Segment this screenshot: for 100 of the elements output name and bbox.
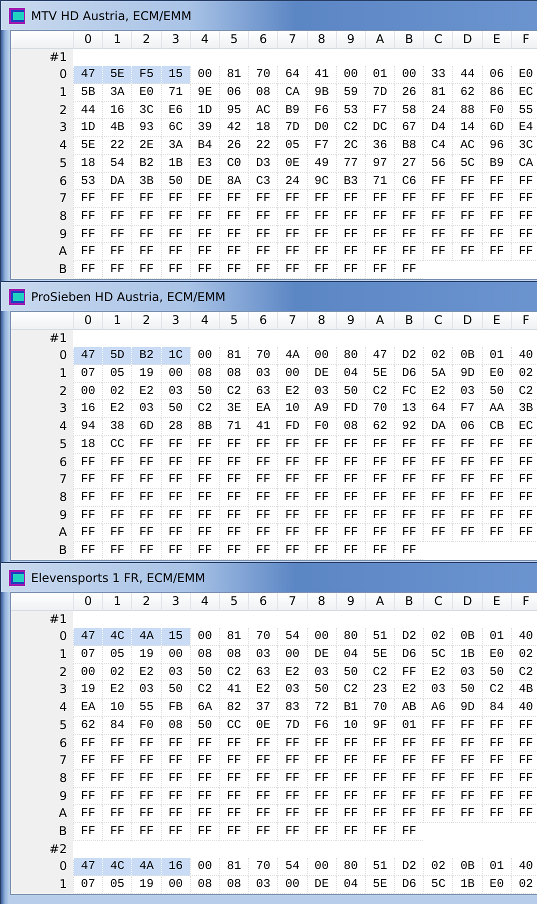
table-cell: E2 xyxy=(248,681,278,700)
column-header: 8 xyxy=(306,31,336,49)
table-cell: FF xyxy=(248,788,278,806)
table-cell: 70 xyxy=(364,400,394,418)
table-cell: FF xyxy=(482,788,511,806)
row-label: 0 xyxy=(11,858,73,876)
table-cell: C2 xyxy=(190,681,219,700)
table-cell: FF xyxy=(452,524,482,542)
table-cell: FF xyxy=(423,190,452,208)
table-cell: 02 xyxy=(510,646,537,664)
row-label: A xyxy=(11,524,73,542)
table-cell: 10 xyxy=(102,699,132,717)
table-cell: FF xyxy=(394,226,424,244)
table-cell: AC xyxy=(248,102,278,120)
column-header: 0 xyxy=(73,312,102,330)
table-cell: 0B xyxy=(452,628,482,646)
table-cell: FF xyxy=(190,260,219,279)
table-cell: FF xyxy=(160,243,190,261)
table-cell: 53 xyxy=(73,172,102,190)
column-header: A xyxy=(364,593,394,611)
table-cell: 70 xyxy=(248,66,278,84)
row-label: 5 xyxy=(11,716,73,734)
table-cell: 40 xyxy=(510,699,537,717)
table-cell: FF xyxy=(394,488,424,507)
table-cell: 03 xyxy=(423,681,452,700)
table-cell: FF xyxy=(510,226,537,244)
table-cell: 9D xyxy=(452,699,482,717)
table-cell: 80 xyxy=(336,628,365,646)
table-cell: FF xyxy=(248,770,278,788)
table-cell: 06 xyxy=(452,418,482,436)
table-cell: 9D xyxy=(452,365,482,383)
table-cell: D4 xyxy=(423,119,452,138)
table-cell: FF xyxy=(73,454,102,472)
table-cell: 00 xyxy=(73,382,102,400)
table-cell: 86 xyxy=(482,84,511,102)
row-label: B xyxy=(11,260,73,279)
table-cell: FF xyxy=(277,734,306,752)
row-label: 3 xyxy=(11,400,73,418)
table-cell: 64 xyxy=(423,400,452,418)
table-cell: 00 xyxy=(277,646,306,664)
table-cell: FF xyxy=(510,436,537,454)
table-cell: 00 xyxy=(306,628,336,646)
table-cell: F5 xyxy=(131,66,161,84)
table-cell: FF xyxy=(218,542,248,560)
table-cell: 03 xyxy=(160,382,190,400)
row-label: 6 xyxy=(11,734,73,752)
table-cell: FF xyxy=(102,788,132,806)
table-cell: FF xyxy=(190,436,219,454)
table-cell: 3C xyxy=(131,102,161,120)
table-cell: E2 xyxy=(131,664,161,682)
table-cell: FF xyxy=(218,260,248,279)
table-cell: E6 xyxy=(160,102,190,120)
table-cell: 62 xyxy=(73,716,102,734)
column-header: B xyxy=(394,593,424,611)
table-cell: 81 xyxy=(218,858,248,876)
table-cell: FF xyxy=(73,488,102,507)
table-cell: FF xyxy=(510,454,537,472)
header-corner xyxy=(11,31,73,49)
row-label: 9 xyxy=(11,226,73,244)
table-cell: FF xyxy=(423,436,452,454)
table-cell: FF xyxy=(218,243,248,261)
table-cell: C2 xyxy=(510,382,537,400)
table-cell: 00 xyxy=(306,858,336,876)
table-cell: 03 xyxy=(131,681,161,700)
table-cell: FF xyxy=(510,524,537,542)
table-cell: FF xyxy=(160,190,190,208)
table-cell: FF xyxy=(190,208,219,226)
table-cell: 54 xyxy=(277,858,306,876)
table-cell: FF xyxy=(160,454,190,472)
app-icon xyxy=(9,8,25,24)
table-cell: 80 xyxy=(336,347,365,366)
table-cell: FF xyxy=(248,471,278,489)
table-cell: E0 xyxy=(482,876,511,894)
table-cell: C6 xyxy=(394,172,424,190)
table-cell: FF xyxy=(306,260,336,279)
table-cell: FF xyxy=(131,243,161,261)
table-cell: 44 xyxy=(452,66,482,84)
table-cell: 03 xyxy=(306,382,336,400)
table-cell: FF xyxy=(306,190,336,208)
table-cell: 82 xyxy=(218,699,248,717)
table-cell: 07 xyxy=(73,876,102,894)
table-cell: 4B xyxy=(102,119,132,138)
table-cell: 3A xyxy=(102,84,132,102)
table-cell: 22 xyxy=(102,137,132,155)
row-label: 8 xyxy=(11,208,73,226)
table-cell: DE xyxy=(306,365,336,383)
table-cell: C2 xyxy=(336,119,365,138)
table-cell: 6A xyxy=(190,699,219,717)
table-cell: FF xyxy=(336,488,365,507)
table-cell: FD xyxy=(277,418,306,436)
table-cell: FF xyxy=(190,734,219,752)
table-cell: FF xyxy=(190,752,219,770)
table-cell: 3B xyxy=(510,400,537,418)
table-cell: 51 xyxy=(364,858,394,876)
table-cell: 70 xyxy=(248,628,278,646)
table-cell: FF xyxy=(394,752,424,770)
table-cell: FF xyxy=(73,471,102,489)
table-cell: FB xyxy=(160,699,190,717)
row-label: 9 xyxy=(11,788,73,806)
table-cell: 49 xyxy=(306,154,336,172)
